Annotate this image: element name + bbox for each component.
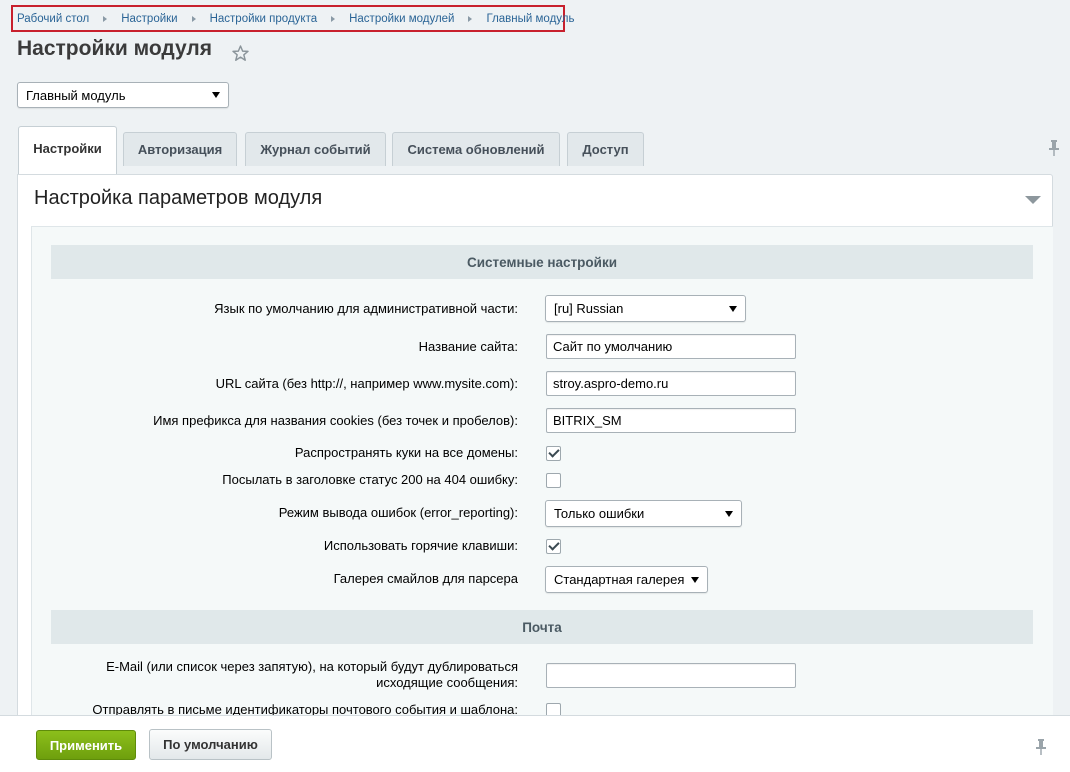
- tab-authorization[interactable]: Авторизация: [123, 132, 237, 166]
- site-url-label: URL сайта (без http://, например www.mys…: [215, 376, 518, 391]
- pin-icon[interactable]: [1035, 738, 1047, 756]
- cookie-prefix-input[interactable]: BITRIX_SM: [546, 408, 796, 433]
- breadcrumb-settings[interactable]: Настройки: [121, 13, 177, 25]
- error-mode-select[interactable]: Только ошибки: [545, 500, 742, 527]
- breadcrumb-separator-icon: [103, 15, 108, 22]
- star-icon[interactable]: [231, 44, 250, 63]
- breadcrumb-separator-icon: [191, 15, 196, 22]
- site-name-label: Название сайта:: [418, 339, 518, 354]
- site-name-input[interactable]: Сайт по умолчанию: [546, 334, 796, 359]
- settings-form: Системные настройки Язык по умолчанию дл…: [31, 226, 1053, 735]
- footer-bar: Применить По умолчанию: [0, 715, 1070, 772]
- error-mode-label: Режим вывода ошибок (error_reporting):: [278, 505, 518, 520]
- lang-select-value: [ru] Russian: [554, 301, 624, 316]
- status200-checkbox[interactable]: [546, 473, 561, 488]
- hotkeys-label: Использовать горячие клавиши:: [323, 538, 518, 553]
- dropdown-arrow-icon: [212, 92, 220, 98]
- breadcrumb-separator-icon: [468, 15, 473, 22]
- section-title: Настройка параметров модуля: [34, 187, 323, 209]
- site-url-input[interactable]: stroy.aspro-demo.ru: [546, 371, 796, 396]
- group-header-mail: Почта: [51, 610, 1033, 644]
- mail-dup-label-line1: E-Mail (или список через запятую), на ко…: [106, 659, 518, 674]
- lang-label: Язык по умолчанию для административной ч…: [214, 301, 518, 316]
- breadcrumb-product-settings[interactable]: Настройки продукта: [210, 13, 318, 25]
- mail-dup-input[interactable]: [546, 663, 796, 688]
- page-title: Настройки модуля: [17, 37, 213, 60]
- breadcrumb-main-module[interactable]: Главный модуль: [486, 13, 574, 25]
- tab-access[interactable]: Доступ: [567, 132, 644, 166]
- smiles-select-value: Стандартная галерея: [554, 572, 685, 587]
- error-mode-select-value: Только ошибки: [554, 506, 645, 521]
- collapse-icon[interactable]: [1025, 196, 1041, 204]
- default-button[interactable]: По умолчанию: [149, 729, 272, 760]
- tab-update-system[interactable]: Система обновлений: [392, 132, 560, 166]
- dropdown-arrow-icon: [691, 576, 699, 583]
- group-header-system: Системные настройки: [51, 245, 1033, 279]
- status200-label: Посылать в заголовке статус 200 на 404 о…: [222, 472, 518, 487]
- hotkeys-checkbox[interactable]: [546, 539, 561, 554]
- breadcrumb-separator-icon: [331, 15, 336, 22]
- share-cookies-label: Распространять куки на все домены:: [294, 445, 518, 460]
- dropdown-arrow-icon: [725, 510, 733, 517]
- tab-event-log[interactable]: Журнал событий: [245, 132, 386, 166]
- apply-button[interactable]: Применить: [36, 730, 136, 760]
- breadcrumb: Рабочий стол Настройки Настройки продукт…: [11, 5, 574, 32]
- breadcrumb-module-settings[interactable]: Настройки модулей: [349, 13, 454, 25]
- dropdown-arrow-icon: [729, 305, 737, 312]
- module-select[interactable]: Главный модуль: [17, 82, 229, 108]
- pin-icon[interactable]: [1048, 139, 1060, 157]
- share-cookies-checkbox[interactable]: [546, 446, 561, 461]
- settings-panel: Настройка параметров модуля Системные на…: [17, 174, 1053, 735]
- module-select-value: Главный модуль: [26, 87, 126, 103]
- smiles-label: Галерея смайлов для парсера: [333, 571, 518, 586]
- mail-dup-label-line2: исходящие сообщения:: [376, 675, 518, 690]
- tab-settings[interactable]: Настройки: [18, 126, 117, 174]
- lang-select[interactable]: [ru] Russian: [545, 295, 746, 322]
- cookie-prefix-label: Имя префикса для названия cookies (без т…: [153, 413, 518, 428]
- smiles-select[interactable]: Стандартная галерея: [545, 566, 708, 593]
- breadcrumb-desktop[interactable]: Рабочий стол: [17, 13, 89, 25]
